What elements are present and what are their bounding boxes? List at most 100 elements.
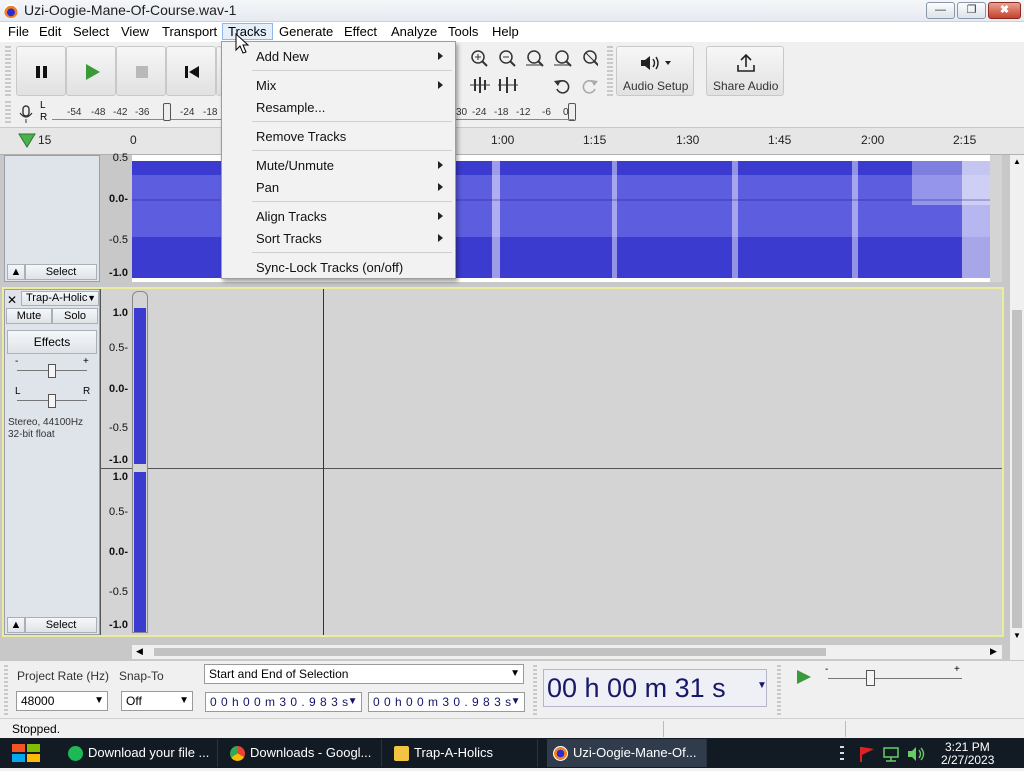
- collapse-arrow-icon[interactable]: ▲: [7, 617, 25, 633]
- playback-meter-track: [456, 119, 574, 120]
- ruler-label: 15: [38, 133, 52, 147]
- clock-time[interactable]: 3:21 PM: [945, 740, 990, 754]
- stop-button[interactable]: [116, 46, 166, 96]
- playback-speed-slider[interactable]: [866, 670, 875, 686]
- taskbar-item-label: Uzi-Oogie-Mane-Of...: [573, 745, 697, 760]
- skip-to-start-button[interactable]: [166, 46, 216, 96]
- pan-right-label: R: [83, 386, 91, 397]
- fit-selection-icon: [526, 50, 544, 67]
- pan-left-label: L: [15, 386, 21, 397]
- zoom-in-icon: [471, 50, 488, 67]
- menu-tools[interactable]: Tools: [443, 24, 483, 41]
- snap-to-select[interactable]: Off ▼: [121, 691, 193, 711]
- toolbar-grip[interactable]: [607, 46, 613, 96]
- toolbar-grip[interactable]: [777, 665, 781, 715]
- menu-item-remove-tracks[interactable]: Remove Tracks: [256, 129, 346, 144]
- menu-analyze[interactable]: Analyze: [386, 24, 442, 41]
- selection-start-time[interactable]: 0 0 h 0 0 m 3 0 . 9 8 3 s ▼: [205, 692, 362, 712]
- menu-item-align-tracks[interactable]: Align Tracks: [256, 209, 327, 224]
- start-button[interactable]: [0, 738, 52, 768]
- recording-level-slider[interactable]: [163, 103, 171, 121]
- toolbar-grip[interactable]: [5, 101, 11, 125]
- close-button[interactable]: ✖: [988, 2, 1021, 19]
- track2-audio-clip[interactable]: [132, 291, 148, 633]
- scroll-right-icon[interactable]: ▶: [990, 646, 997, 657]
- zoom-out-icon: [499, 50, 516, 67]
- track2-control-panel[interactable]: ✕ Trap-A-Holic ▼ Mute Solo Effects - + L…: [4, 289, 100, 635]
- transport-toolbar: Audio Setup Share Audio: [0, 42, 1024, 99]
- tray-overflow-icon[interactable]: [840, 746, 844, 762]
- menu-item-mix[interactable]: Mix: [256, 78, 276, 93]
- pan-slider[interactable]: [48, 394, 56, 408]
- microphone-icon[interactable]: [17, 104, 35, 124]
- scroll-up-icon[interactable]: ▲: [1013, 157, 1021, 166]
- menu-item-sync-lock-tracks[interactable]: Sync-Lock Tracks (on/off): [256, 260, 403, 275]
- selection-mode-value: Start and End of Selection: [209, 667, 349, 681]
- menu-separator: [252, 70, 452, 71]
- vertical-scroll-thumb[interactable]: [1012, 310, 1022, 628]
- menu-file[interactable]: File: [3, 24, 34, 41]
- taskbar-item-audacity[interactable]: Uzi-Oogie-Mane-Of...: [547, 739, 707, 767]
- play-head-marker-icon[interactable]: [18, 132, 36, 148]
- effects-button[interactable]: Effects: [7, 330, 97, 354]
- vertical-scrollbar[interactable]: ▲ ▼: [1010, 155, 1024, 643]
- selection-end-time[interactable]: 0 0 h 0 0 m 3 0 . 9 8 3 s ▼: [368, 692, 525, 712]
- audio-setup-button[interactable]: Audio Setup: [616, 46, 694, 96]
- menu-item-mute-unmute[interactable]: Mute/Unmute: [256, 158, 334, 173]
- menu-item-resample[interactable]: Resample...: [256, 100, 325, 115]
- title-bar: Uzi-Oogie-Mane-Of-Course.wav-1 — ❐ ✖: [0, 0, 1024, 22]
- horizontal-scroll-thumb[interactable]: [154, 648, 826, 656]
- status-text: Stopped.: [12, 722, 61, 736]
- menu-transport[interactable]: Transport: [157, 24, 222, 41]
- snap-to-value: Off: [126, 694, 142, 708]
- pause-button[interactable]: [16, 46, 66, 96]
- track2-select-button[interactable]: Select: [25, 617, 97, 633]
- scroll-down-icon[interactable]: ▼: [1013, 631, 1021, 640]
- restore-button[interactable]: ❐: [957, 2, 986, 19]
- play-button[interactable]: [66, 46, 116, 96]
- share-audio-button[interactable]: Share Audio: [706, 46, 784, 96]
- solo-button[interactable]: Solo: [52, 308, 98, 324]
- taskbar-item-spotify-download[interactable]: Download your file ...: [62, 739, 218, 767]
- speed-plus-label: +: [954, 664, 960, 675]
- audacity-icon: [553, 746, 568, 761]
- toolbar-grip[interactable]: [4, 665, 8, 715]
- menu-select[interactable]: Select: [68, 24, 114, 41]
- audio-position-display[interactable]: 00 h 00 m 31 s ▼: [543, 669, 767, 707]
- chrome-icon: [230, 746, 245, 761]
- selection-end-value: 0 0 h 0 0 m 3 0 . 9 8 3 s: [373, 695, 512, 709]
- track2-scale-label: -0.5: [109, 422, 128, 434]
- tracks-area[interactable]: ▲ Select 0.5 0.0- -0.5 -1.0 ✕ Trap-A-Hol…: [0, 152, 1010, 660]
- collapse-arrow-icon[interactable]: ▲: [7, 264, 25, 280]
- taskbar-item-chrome[interactable]: Downloads - Googl...: [224, 739, 382, 767]
- mute-button[interactable]: Mute: [6, 308, 52, 324]
- menu-effect[interactable]: Effect: [339, 24, 382, 41]
- menu-help[interactable]: Help: [487, 24, 524, 41]
- menu-generate[interactable]: Generate: [274, 24, 338, 41]
- folder-icon: [394, 746, 409, 761]
- menu-view[interactable]: View: [116, 24, 154, 41]
- track1-select-button[interactable]: Select: [25, 264, 97, 280]
- taskbar-item-label: Trap-A-Holics: [414, 745, 493, 760]
- clock-date[interactable]: 2/27/2023: [941, 753, 994, 767]
- menu-item-add-new[interactable]: Add New: [256, 49, 309, 64]
- ruler-label: 1:45: [768, 133, 792, 147]
- menu-item-sort-tracks[interactable]: Sort Tracks: [256, 231, 322, 246]
- play-at-speed-icon[interactable]: [793, 667, 815, 687]
- menu-edit[interactable]: Edit: [34, 24, 66, 41]
- project-rate-select[interactable]: 48000 ▼: [16, 691, 108, 711]
- toolbar-grip[interactable]: [533, 665, 537, 715]
- gain-slider[interactable]: [48, 364, 56, 378]
- toolbar-grip[interactable]: [5, 46, 11, 96]
- horizontal-scrollbar[interactable]: ◀ ▶: [132, 645, 1002, 659]
- meter-tick: 30: [456, 107, 468, 118]
- taskbar-item-folder[interactable]: Trap-A-Holics: [388, 739, 538, 767]
- volume-icon: [908, 747, 925, 761]
- selection-mode-select[interactable]: Start and End of Selection ▼: [204, 664, 524, 684]
- track2-name-menu[interactable]: Trap-A-Holic ▼: [21, 291, 99, 306]
- menu-item-pan[interactable]: Pan: [256, 180, 279, 195]
- minimize-button[interactable]: —: [926, 2, 955, 19]
- scroll-left-icon[interactable]: ◀: [136, 646, 143, 657]
- track1-control-panel[interactable]: ▲ Select: [4, 155, 100, 282]
- track-close-icon[interactable]: ✕: [7, 293, 17, 307]
